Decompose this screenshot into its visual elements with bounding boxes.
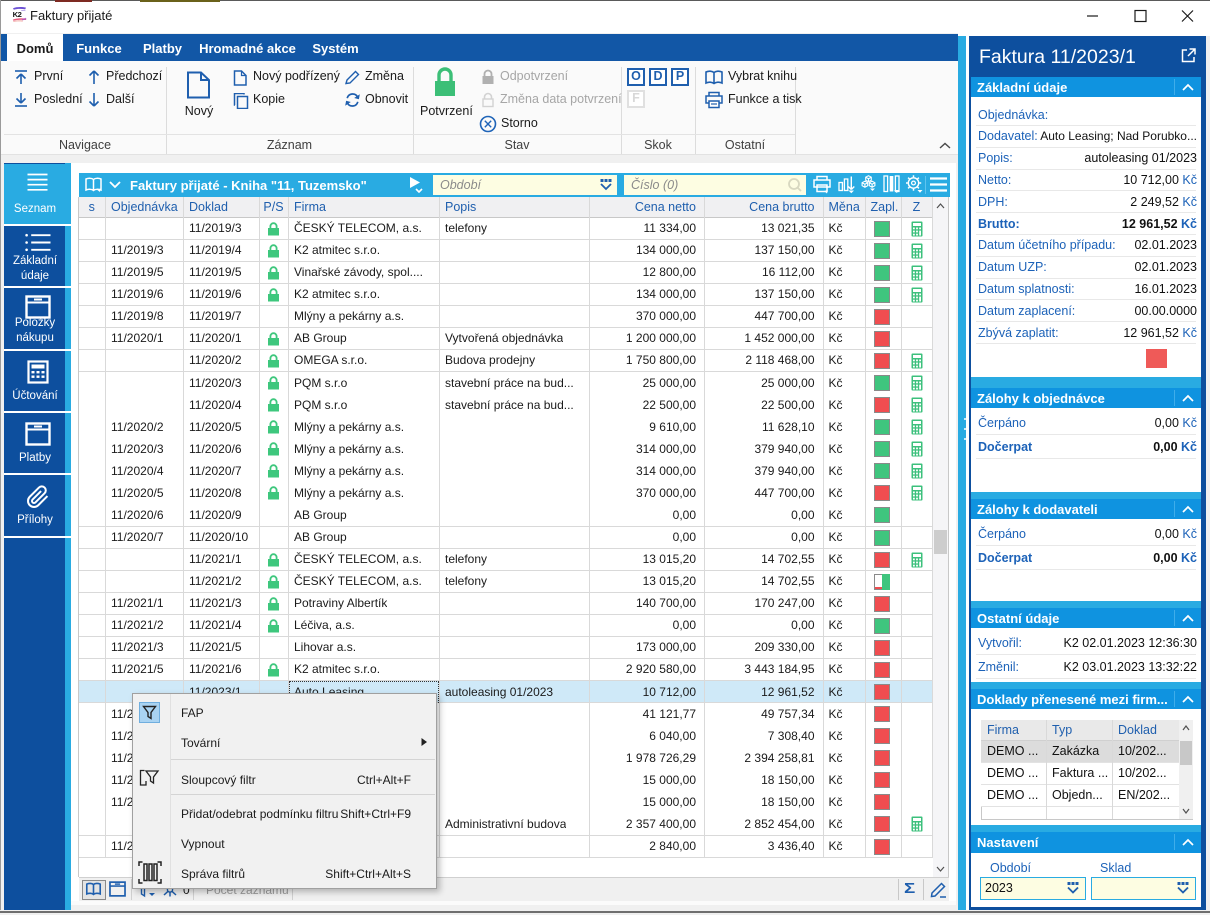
svg-text:K2: K2 [13,10,22,19]
